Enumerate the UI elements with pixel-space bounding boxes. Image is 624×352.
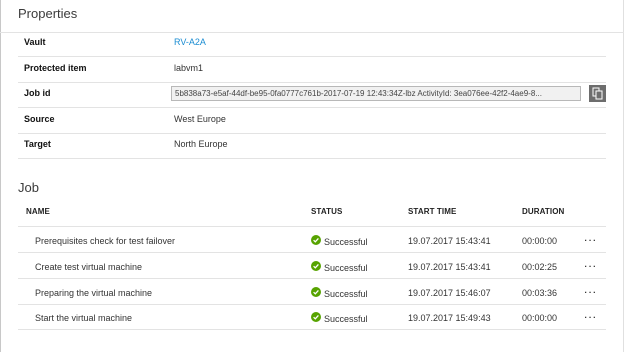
duration: 00:00:00 <box>522 236 558 246</box>
copy-icon <box>592 87 603 100</box>
more-options-icon[interactable]: ... <box>584 230 597 244</box>
property-row-source: Source West Europe <box>18 108 606 134</box>
job-step-name: Create test virtual machine <box>35 262 143 272</box>
duration: 00:03:36 <box>522 288 558 298</box>
job-row[interactable]: Prerequisites check for test failover Su… <box>18 227 606 253</box>
property-row-vault: Vault RV-A2A <box>18 31 606 57</box>
start-time: 19.07.2017 15:46:07 <box>408 288 491 298</box>
protected-item-label: Protected item <box>24 63 87 73</box>
property-row-protected-item: Protected item labvm1 <box>18 57 606 83</box>
status-text: Successful <box>324 289 368 299</box>
status-text: Successful <box>324 314 368 324</box>
column-header-start-time: START TIME <box>408 207 457 216</box>
more-options-icon[interactable]: ... <box>584 307 597 321</box>
start-time: 19.07.2017 15:49:43 <box>408 313 491 323</box>
status-text: Successful <box>324 263 368 273</box>
source-value: West Europe <box>174 114 226 124</box>
check-circle-icon <box>311 287 321 297</box>
job-title: Job <box>18 180 39 195</box>
target-label: Target <box>24 139 51 149</box>
job-step-name: Prerequisites check for test failover <box>35 236 176 246</box>
job-step-name: Preparing the virtual machine <box>35 288 153 298</box>
job-row[interactable]: Create test virtual machine Successful 1… <box>18 253 606 279</box>
properties-title: Properties <box>18 6 78 21</box>
check-circle-icon <box>311 235 321 245</box>
copy-button[interactable] <box>589 85 606 102</box>
vault-link[interactable]: RV-A2A <box>174 37 206 47</box>
job-step-name: Start the virtual machine <box>35 313 133 323</box>
start-time: 19.07.2017 15:43:41 <box>408 236 491 246</box>
status-text: Successful <box>324 237 368 247</box>
source-label: Source <box>24 114 55 124</box>
column-header-status: STATUS <box>311 207 343 216</box>
property-row-job-id: Job id 5b838a73-e5af-44df-be95-0fa0777c7… <box>18 82 606 108</box>
start-time: 19.07.2017 15:43:41 <box>408 262 491 272</box>
check-circle-icon <box>311 312 321 322</box>
job-row[interactable]: Preparing the virtual machine Successful… <box>18 279 606 305</box>
protected-item-value: labvm1 <box>174 63 204 73</box>
property-row-target: Target North Europe <box>18 133 606 159</box>
duration: 00:00:00 <box>522 313 558 323</box>
more-options-icon[interactable]: ... <box>584 282 597 296</box>
duration: 00:02:25 <box>522 262 558 272</box>
job-row[interactable]: Start the virtual machine Successful 19.… <box>18 304 606 330</box>
job-id-field[interactable]: 5b838a73-e5af-44df-be95-0fa0777c761b-201… <box>171 86 581 101</box>
check-circle-icon <box>311 261 321 271</box>
column-header-duration: DURATION <box>522 207 565 216</box>
column-header-name: NAME <box>26 207 50 216</box>
vault-label: Vault <box>24 37 46 47</box>
job-id-label: Job id <box>24 88 51 98</box>
target-value: North Europe <box>174 139 228 149</box>
panel-left-border <box>0 0 1 352</box>
more-options-icon[interactable]: ... <box>584 256 597 270</box>
